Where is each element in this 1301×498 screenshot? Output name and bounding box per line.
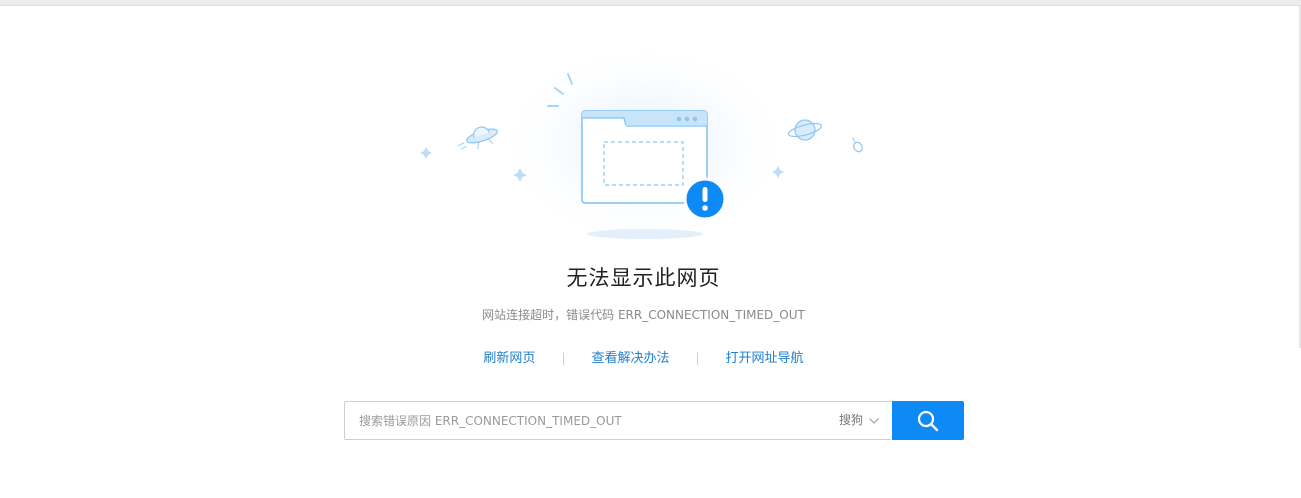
page-title: 无法显示此网页 bbox=[566, 266, 721, 290]
search-input[interactable] bbox=[359, 402, 819, 439]
warning-icon bbox=[683, 177, 727, 221]
error-description: 网站连接超时，错误代码 ERR_CONNECTION_TIMED_OUT bbox=[482, 308, 805, 322]
link-separator: | bbox=[561, 351, 566, 365]
connection-error-illustration bbox=[420, 50, 863, 250]
open-navigation-link[interactable]: 打开网址导航 bbox=[726, 351, 804, 366]
search-engine-select[interactable]: 搜狗 bbox=[839, 402, 879, 439]
browser-top-bar bbox=[0, 0, 1301, 6]
search-bar: 搜狗 bbox=[344, 401, 964, 440]
search-box: 搜狗 bbox=[344, 401, 891, 440]
chevron-down-icon bbox=[869, 402, 879, 439]
comet-icon bbox=[851, 137, 863, 153]
search-icon bbox=[917, 410, 939, 431]
search-engine-label: 搜狗 bbox=[838, 413, 863, 427]
search-button[interactable] bbox=[892, 401, 964, 440]
ufo-icon bbox=[457, 126, 498, 150]
action-links: 刷新网页 | 查看解决办法 | 打开网址导航 bbox=[0, 347, 1287, 366]
planet-icon bbox=[787, 119, 823, 141]
error-page: 无法显示此网页 网站连接超时，错误代码 ERR_CONNECTION_TIMED… bbox=[0, 0, 1301, 498]
view-solutions-link[interactable]: 查看解决办法 bbox=[591, 351, 669, 366]
refresh-link[interactable]: 刷新网页 bbox=[483, 351, 535, 366]
link-separator: | bbox=[695, 351, 700, 365]
